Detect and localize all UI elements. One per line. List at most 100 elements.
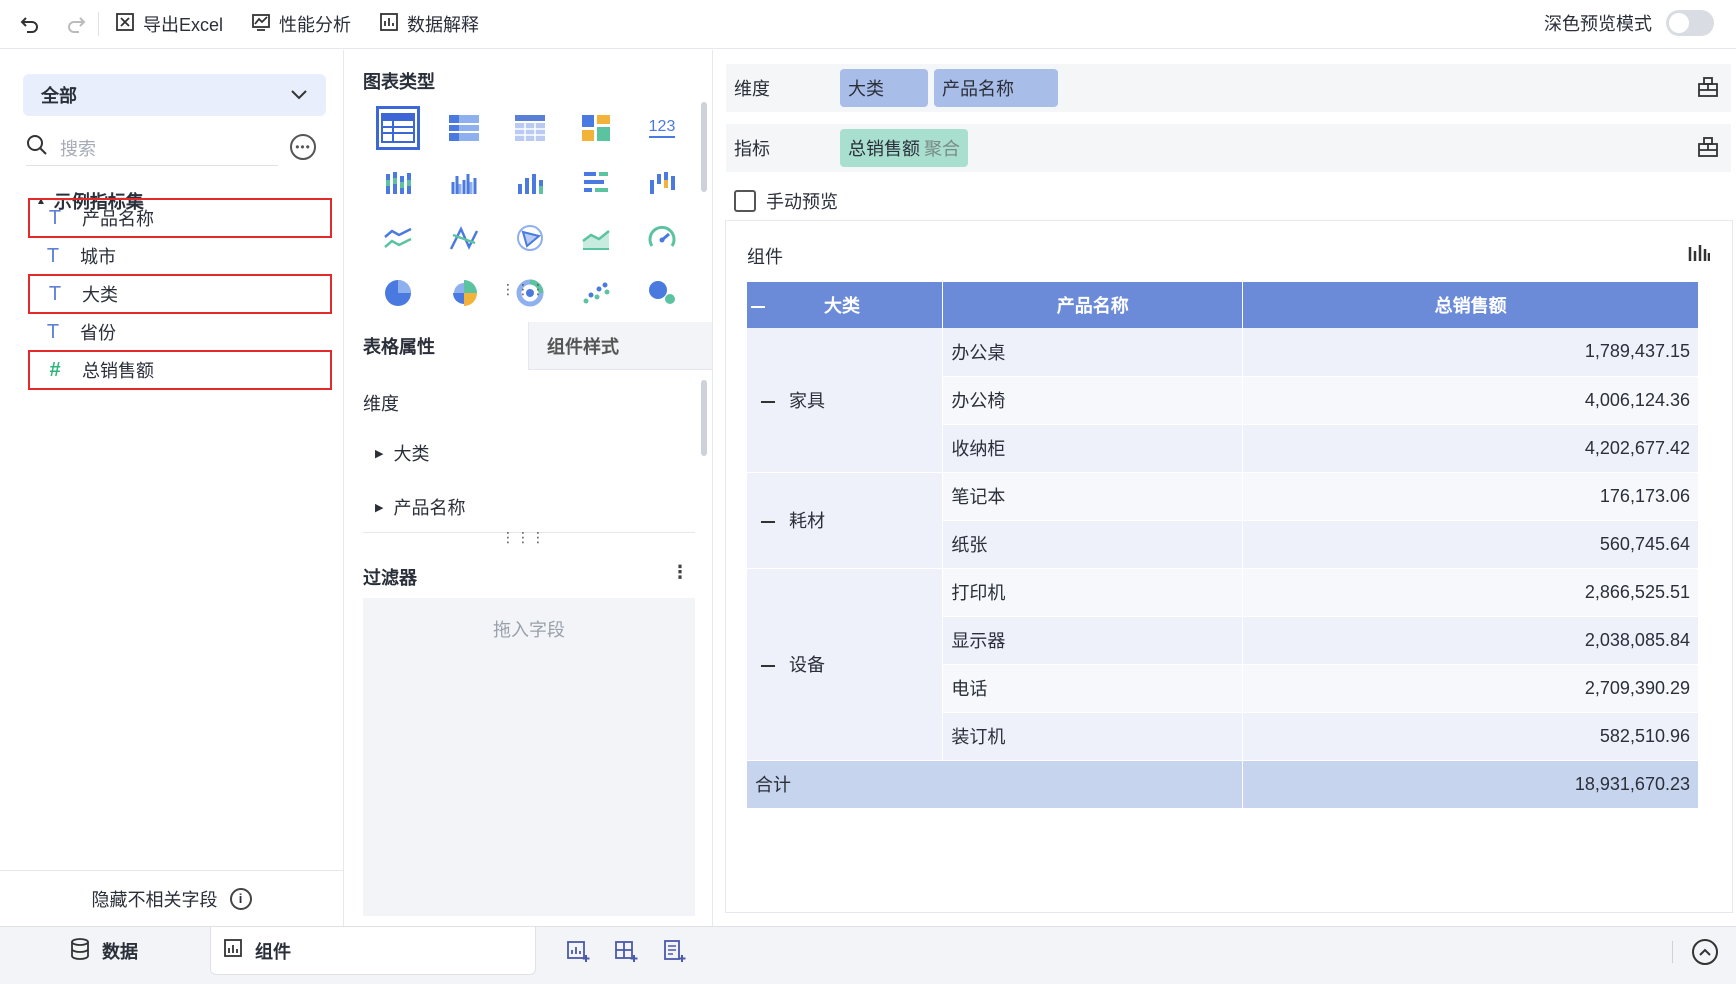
chart-type-gauge[interactable]	[629, 210, 695, 265]
chart-type-bar[interactable]	[497, 155, 563, 210]
manual-preview[interactable]: 手动预览	[734, 188, 838, 214]
chart-type-crosstab[interactable]	[431, 100, 497, 155]
field-item-category[interactable]: T 大类	[28, 274, 332, 314]
header-product[interactable]: 产品名称	[942, 282, 1244, 328]
bottom-actions	[566, 939, 686, 968]
collapse-icon[interactable]	[751, 306, 765, 309]
more-options-icon[interactable]: •••	[290, 134, 316, 160]
dark-mode-toggle[interactable]	[1666, 10, 1714, 36]
dimension-item-product-name[interactable]: ▶ 产品名称	[375, 494, 465, 520]
category-cell: 家具	[747, 328, 944, 473]
collapse-icon[interactable]	[761, 521, 775, 524]
chart-type-area[interactable]	[563, 210, 629, 265]
value-cell: 4,006,124.36	[1242, 376, 1699, 425]
table-row: 家具 办公桌 1,789,437.15	[747, 328, 1699, 473]
add-report-icon[interactable]	[662, 939, 686, 968]
shelf-settings-icon[interactable]	[1697, 136, 1721, 160]
drag-handle-icon[interactable]: ⋮⋮⋮	[501, 530, 546, 544]
chart-type-stacked-bar[interactable]	[365, 155, 431, 210]
field-item-city[interactable]: T 城市	[28, 236, 332, 276]
grouped-bar-icon	[447, 166, 481, 200]
total-row: 合计 18,931,670.23	[747, 760, 1699, 809]
waterfall-icon	[645, 166, 679, 200]
divider	[1672, 941, 1673, 963]
property-scrollbar[interactable]	[701, 380, 707, 456]
radar-line-icon	[447, 221, 481, 255]
value-cell: 4,202,677.42	[1242, 424, 1699, 473]
chart-type-scatter[interactable]	[563, 265, 629, 320]
dimension-item-label: 大类	[393, 444, 430, 464]
category-label: 设备	[789, 655, 825, 675]
table-row: 耗材 笔记本 176,173.06	[747, 472, 1699, 569]
header-category[interactable]: 大类	[747, 282, 944, 328]
chart-type-waterfall[interactable]	[629, 155, 695, 210]
info-icon[interactable]: i	[229, 887, 252, 910]
table-chart-icon	[376, 105, 420, 150]
field-search[interactable]: 搜索	[26, 130, 278, 166]
dimension-pill[interactable]: 大类	[840, 69, 928, 107]
chart-type-radar[interactable]	[497, 210, 563, 265]
chart-type-dashboard-cards[interactable]	[563, 100, 629, 155]
chart-type-kpi-number[interactable]: 123	[629, 100, 695, 155]
tab-component[interactable]: 组件	[210, 927, 536, 975]
tab-component-style[interactable]: 组件样式	[528, 322, 712, 370]
gauge-icon	[645, 221, 679, 255]
dataset-select-value: 全部	[41, 86, 77, 106]
chart-type-detail-table[interactable]	[497, 100, 563, 155]
number-type-icon: #	[49, 358, 61, 381]
chart-type-pie[interactable]	[365, 265, 431, 320]
drag-handle-icon[interactable]: ⋮⋮⋮	[501, 282, 546, 296]
chevron-up-icon[interactable]	[1692, 939, 1718, 965]
redo-icon[interactable]	[62, 10, 90, 38]
dimension-item-category[interactable]: ▶ 大类	[375, 440, 429, 466]
performance-analysis-button[interactable]: 性能分析	[251, 11, 351, 37]
field-item-total-sales[interactable]: # 总销售额	[28, 350, 332, 390]
dataset-select[interactable]: 全部	[23, 74, 326, 116]
filter-more-icon[interactable]: ⋮	[671, 562, 689, 583]
shelf-settings-icon[interactable]	[1697, 76, 1721, 100]
collapse-icon[interactable]	[761, 665, 775, 668]
data-explain-button[interactable]: 数据解释	[379, 11, 479, 37]
tab-component-label: 组件	[255, 941, 291, 962]
value-cell: 582,510.96	[1242, 712, 1699, 761]
tab-table-properties[interactable]: 表格属性	[345, 322, 528, 370]
database-icon	[70, 937, 90, 965]
metric-pill[interactable]: 总销售额 聚合	[840, 129, 968, 167]
stacked-bar-icon	[381, 166, 415, 200]
preview-panel: 维度 大类 产品名称 指标 总销售额 聚合 手动预览 组件 大类 产品名称 总销…	[714, 50, 1736, 926]
tab-data[interactable]: 数据	[70, 927, 138, 975]
chart-type-radar-line[interactable]	[431, 210, 497, 265]
hide-unrelated-fields[interactable]: 隐藏不相关字段 i	[0, 870, 343, 926]
field-item-product-name[interactable]: T 产品名称	[28, 198, 332, 238]
export-excel-button[interactable]: 导出Excel	[115, 11, 223, 37]
add-component-icon[interactable]	[566, 939, 590, 968]
component-icon	[223, 938, 243, 963]
header-total-sales[interactable]: 总销售额	[1242, 282, 1699, 328]
chart-type-horizontal-bar[interactable]	[563, 155, 629, 210]
chart-type-line[interactable]	[365, 210, 431, 265]
field-label: 城市	[80, 247, 116, 267]
add-dashboard-icon[interactable]	[614, 939, 638, 968]
dimension-item-label: 产品名称	[393, 498, 466, 518]
chart-type-grouped-bar[interactable]	[431, 155, 497, 210]
filter-drop-zone[interactable]: 拖入字段	[363, 598, 695, 916]
chart-type-table[interactable]	[365, 100, 431, 155]
field-label: 产品名称	[82, 209, 154, 229]
component-preview: 组件 大类 产品名称 总销售额 家具 办公桌 1,789,437.15 办公椅 …	[725, 220, 1733, 913]
dimension-pill[interactable]: 产品名称	[934, 69, 1058, 107]
chart-type-rose[interactable]	[431, 265, 497, 320]
chart-type-bubble[interactable]	[629, 265, 695, 320]
data-explain-icon	[379, 12, 399, 37]
search-input[interactable]: 搜索	[60, 135, 96, 161]
manual-preview-checkbox[interactable]	[734, 190, 756, 212]
value-cell: 2,709,390.29	[1242, 664, 1699, 713]
metric-shelf: 指标 总销售额 聚合	[726, 124, 1731, 172]
chart-switch-icon[interactable]	[1688, 243, 1711, 268]
field-item-province[interactable]: T 省份	[28, 312, 332, 352]
product-cell: 打印机	[942, 568, 1244, 617]
undo-icon[interactable]	[16, 10, 44, 38]
product-cell: 装订机	[942, 712, 1244, 761]
collapse-icon[interactable]	[761, 401, 775, 403]
chart-type-scrollbar[interactable]	[701, 102, 707, 192]
dimension-section-label: 维度	[363, 394, 399, 414]
